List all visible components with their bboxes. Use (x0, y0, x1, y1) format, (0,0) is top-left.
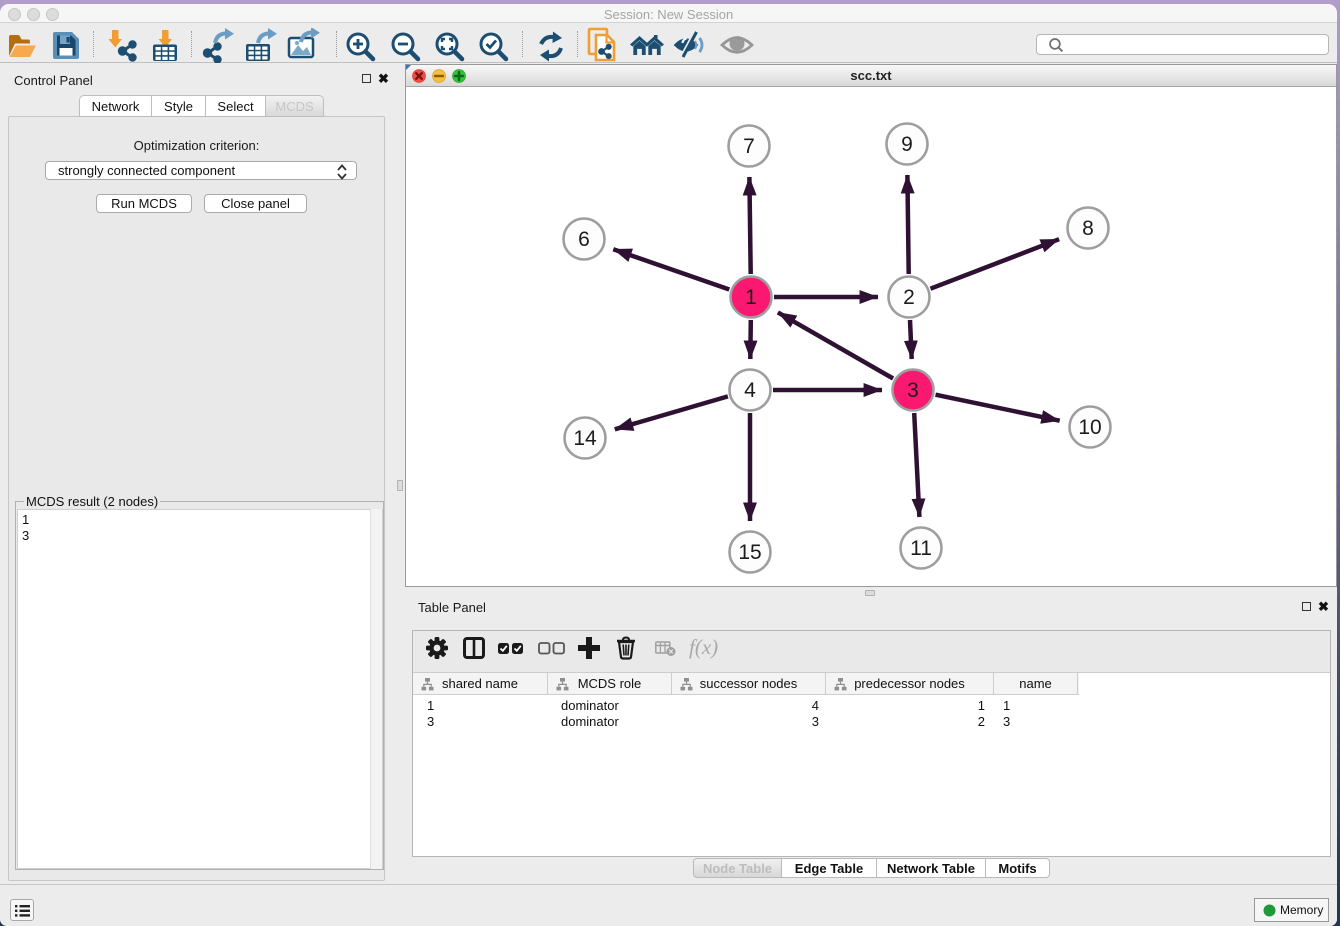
svg-text:8: 8 (1082, 217, 1094, 240)
svg-text:7: 7 (743, 135, 755, 158)
svg-text:3: 3 (907, 379, 919, 402)
svg-text:1: 1 (745, 286, 757, 309)
svg-text:6: 6 (578, 228, 590, 251)
svg-text:11: 11 (910, 537, 932, 560)
svg-text:10: 10 (1078, 416, 1101, 439)
svg-text:15: 15 (738, 541, 761, 564)
svg-text:14: 14 (573, 427, 597, 450)
svg-text:9: 9 (901, 133, 913, 156)
svg-text:2: 2 (903, 286, 915, 309)
svg-text:4: 4 (744, 379, 756, 402)
